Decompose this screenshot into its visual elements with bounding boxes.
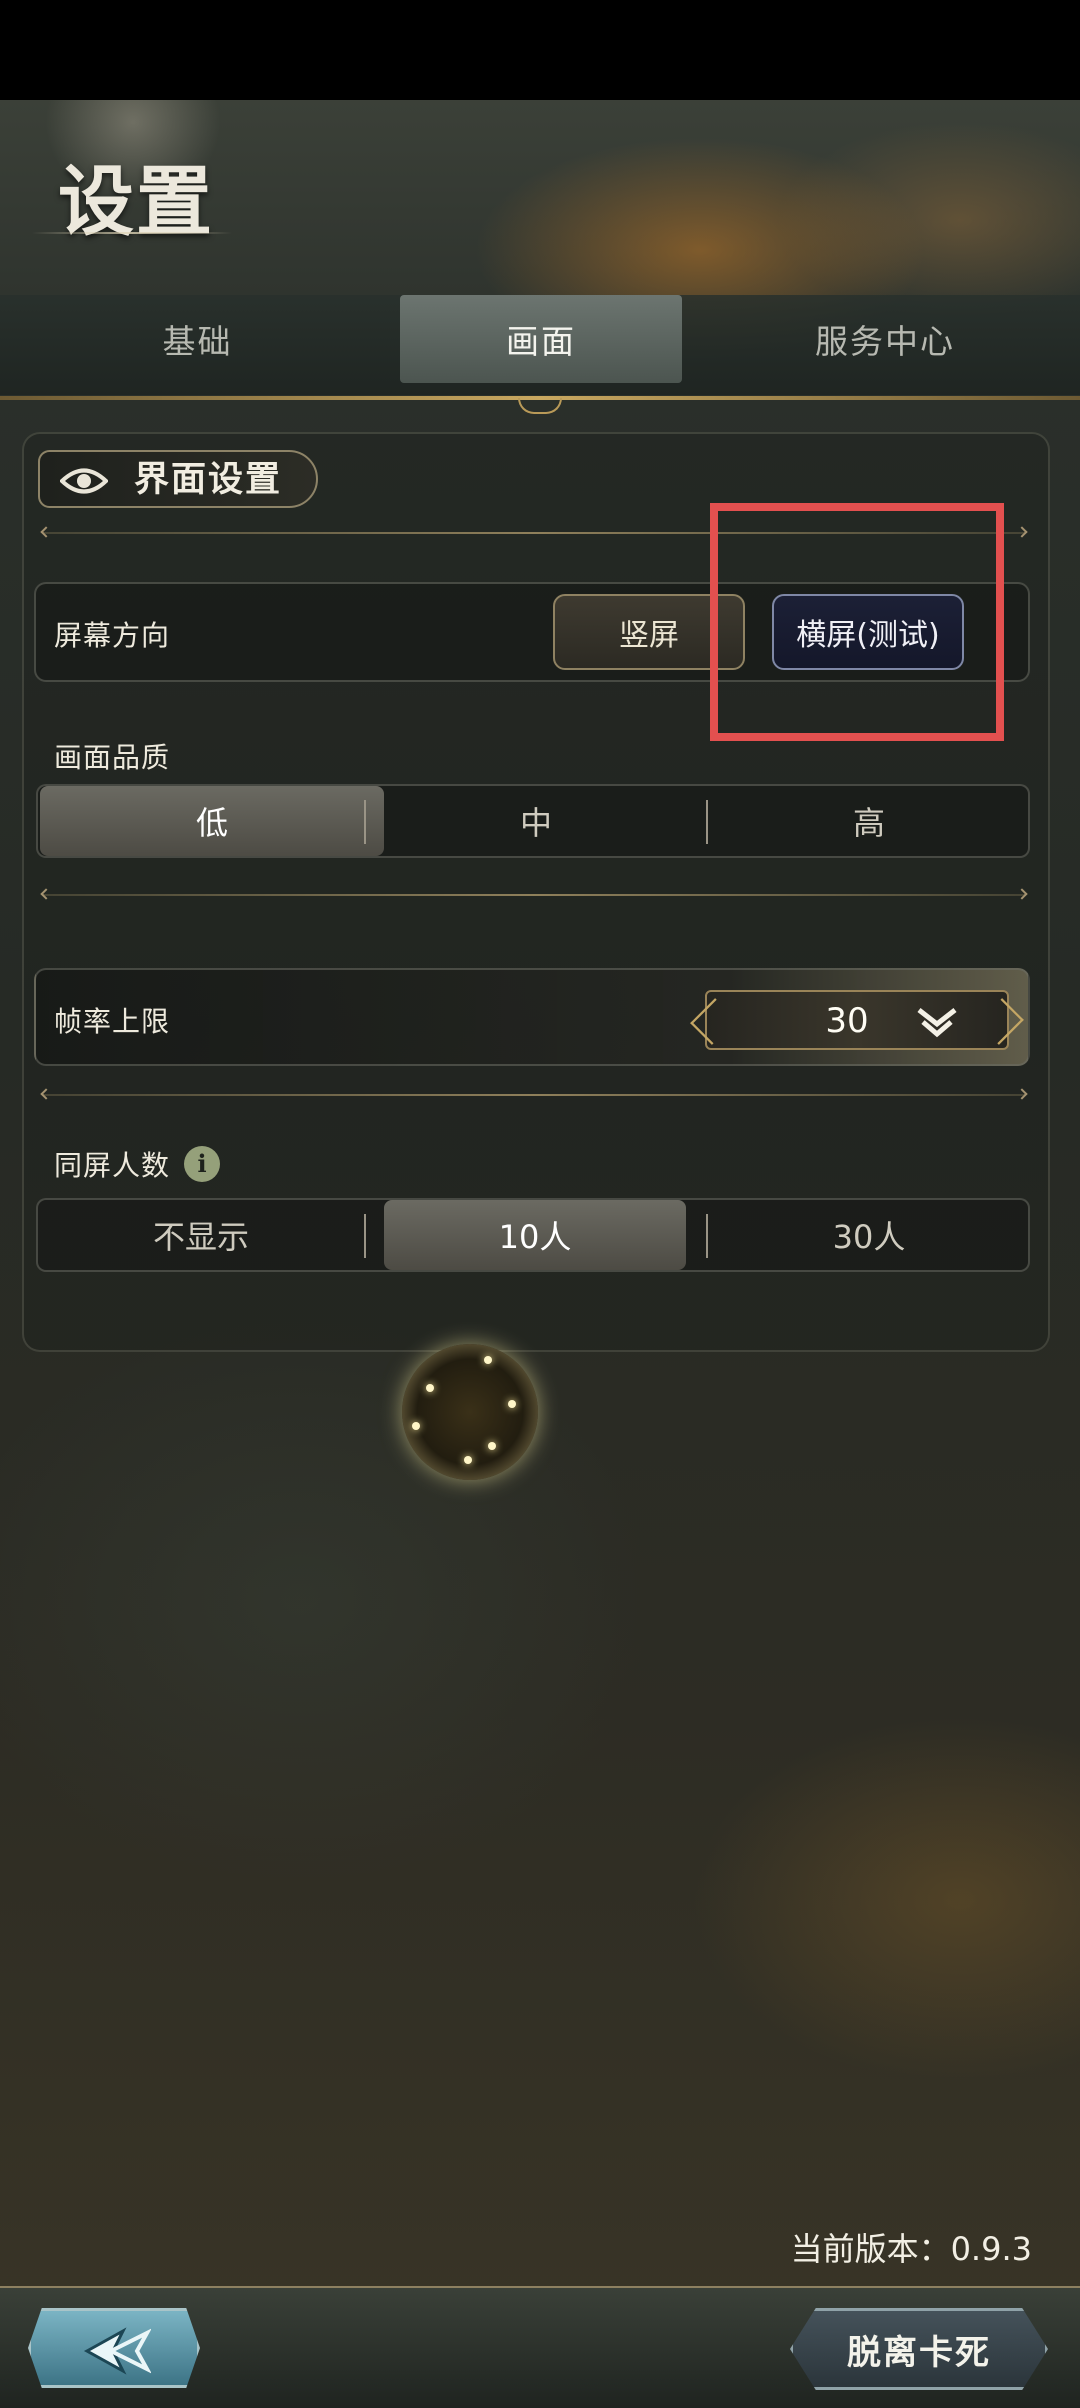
- quality-label: 画面品质: [54, 741, 171, 774]
- divider: [42, 1094, 1026, 1096]
- section-title: 界面设置: [134, 460, 283, 500]
- quality-high-option[interactable]: 高: [710, 786, 1028, 856]
- title-underline: [32, 232, 232, 234]
- players-30-option[interactable]: 30人: [710, 1200, 1028, 1270]
- sparkle: [464, 1456, 472, 1464]
- divider: [42, 894, 1026, 896]
- segment-separator: [364, 800, 366, 844]
- segment-separator: [706, 800, 708, 844]
- sparkle: [412, 1422, 420, 1430]
- loading-orb: [402, 1344, 538, 1480]
- players-hide-option[interactable]: 不显示: [40, 1200, 362, 1270]
- players-segmented-control: 不显示 10人 30人: [36, 1198, 1030, 1272]
- sparkle: [484, 1356, 492, 1364]
- sparkle: [488, 1442, 496, 1450]
- back-arrow-icon: [83, 2327, 151, 2375]
- fps-label: 帧率上限: [54, 1005, 171, 1038]
- highlight-annotation: [710, 503, 1004, 741]
- unstuck-button[interactable]: 脱离卡死: [790, 2308, 1048, 2390]
- quality-medium-option[interactable]: 中: [368, 786, 704, 856]
- chevron-down-icon: [917, 1008, 957, 1038]
- version-text: 当前版本：0.9.3: [790, 2230, 1032, 2268]
- fps-dropdown[interactable]: 30: [705, 990, 1009, 1050]
- eye-icon: [60, 468, 108, 494]
- segment-separator: [364, 1214, 366, 1258]
- tab-display[interactable]: 画面: [400, 295, 682, 383]
- back-button[interactable]: [28, 2308, 200, 2388]
- tab-bar: 基础 画面 服务中心: [0, 295, 1080, 395]
- info-icon[interactable]: i: [184, 1146, 220, 1182]
- quality-segmented-control: 低 中 高: [36, 784, 1030, 858]
- tab-basic[interactable]: 基础: [0, 295, 395, 383]
- sparkle: [426, 1384, 434, 1392]
- segment-separator: [706, 1214, 708, 1258]
- players-label: 同屏人数: [54, 1149, 171, 1182]
- players-10-option[interactable]: 10人: [384, 1200, 686, 1270]
- fps-value: 30: [825, 1001, 869, 1041]
- status-bar: [0, 0, 1080, 100]
- quality-low-option[interactable]: 低: [40, 786, 384, 856]
- orientation-label: 屏幕方向: [54, 619, 171, 652]
- section-header: 界面设置: [38, 450, 318, 508]
- tab-service-center[interactable]: 服务中心: [690, 295, 1080, 383]
- sparkle: [508, 1400, 516, 1408]
